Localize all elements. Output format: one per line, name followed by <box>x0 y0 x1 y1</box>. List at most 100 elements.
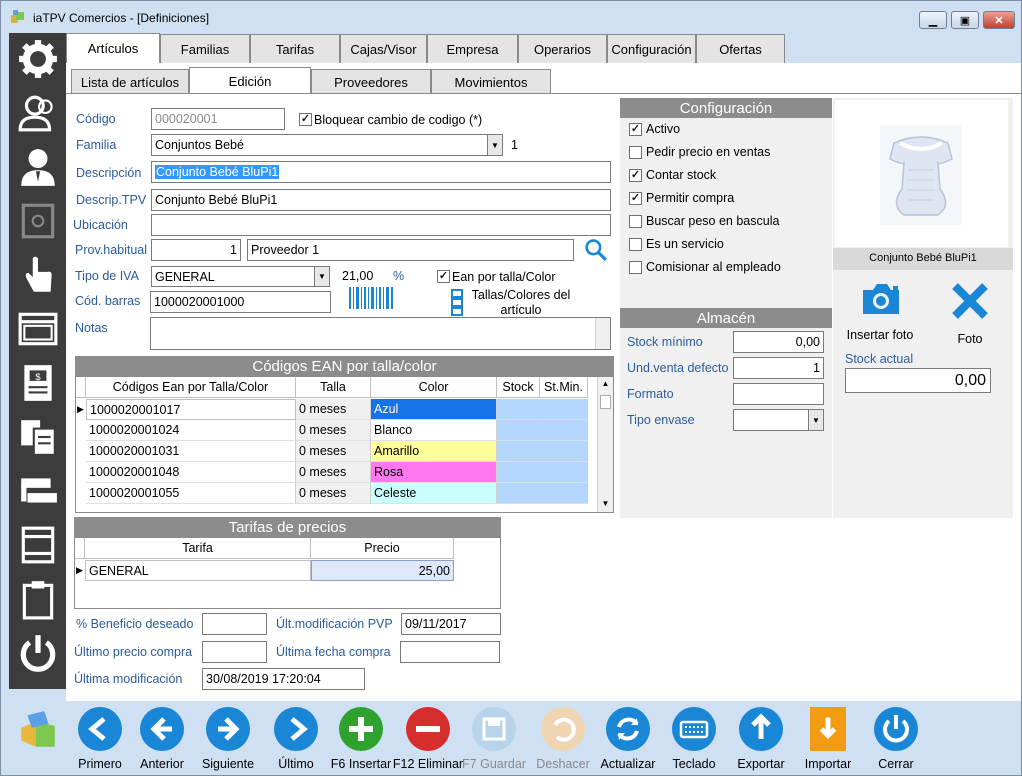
tab-configuracion[interactable]: Configuración <box>607 34 696 63</box>
sidebar-print[interactable] <box>9 519 66 571</box>
toolbar-button-import[interactable]: Importar <box>796 701 860 775</box>
tab-lista-articulos[interactable]: Lista de artículos <box>71 69 189 94</box>
sidebar-movements[interactable] <box>9 465 66 517</box>
config-checkbox[interactable] <box>629 192 642 205</box>
toolbar-button-plus[interactable]: F6 Insertar <box>329 701 393 775</box>
sidebar-operators[interactable] <box>9 141 66 193</box>
color-cell[interactable]: Rosa <box>371 462 497 483</box>
stmin-cell[interactable] <box>540 483 588 504</box>
color-cell[interactable]: Blanco <box>371 420 497 441</box>
talla-cell[interactable]: 0 meses <box>296 420 371 441</box>
talla-cell[interactable]: 0 meses <box>296 483 371 504</box>
col-header-precio[interactable]: Precio <box>311 538 454 559</box>
notas-scrollbar[interactable] <box>595 318 610 349</box>
scroll-up-icon[interactable]: ▲ <box>599 379 612 389</box>
scroll-thumb[interactable] <box>600 395 611 409</box>
ean-code-cell[interactable]: 1000020001048 <box>86 462 296 483</box>
scroll-down-icon[interactable]: ▼ <box>599 499 612 509</box>
camera-icon[interactable] <box>859 280 903 318</box>
talla-cell[interactable]: 0 meses <box>296 441 371 462</box>
ean-code-cell[interactable]: 1000020001055 <box>86 483 296 504</box>
descrip-tpv-field[interactable]: Conjunto Bebé BluPi1 <box>151 189 611 211</box>
tab-tarifas[interactable]: Tarifas <box>250 34 340 63</box>
tab-empresa[interactable]: Empresa <box>427 34 518 63</box>
delete-foto-button[interactable]: Foto <box>945 332 995 346</box>
col-header-codigo[interactable]: Códigos Ean por Talla/Color <box>86 377 296 398</box>
insertar-foto-button[interactable]: Insertar foto <box>835 328 925 342</box>
color-cell[interactable]: Azul <box>371 399 497 420</box>
table-row[interactable]: 1000020001024 0 meses Blanco <box>76 420 596 441</box>
sidebar-documents[interactable] <box>9 411 66 463</box>
sidebar-touch[interactable] <box>9 249 66 301</box>
toolbar-button-minus[interactable]: F12 Eliminar <box>393 701 463 775</box>
tallas-icon[interactable] <box>450 289 464 317</box>
config-checkbox[interactable] <box>629 215 642 228</box>
stock-cell[interactable] <box>497 462 540 483</box>
tab-articulos[interactable]: Artículos <box>66 33 160 63</box>
col-header-talla[interactable]: Talla <box>296 377 371 398</box>
tab-familias[interactable]: Familias <box>160 34 250 63</box>
talla-cell[interactable]: 0 meses <box>296 462 371 483</box>
stmin-cell[interactable] <box>540 441 588 462</box>
tallas-colores-link[interactable]: Tallas/Colores del artículo <box>470 288 572 318</box>
tab-movimientos[interactable]: Movimientos <box>431 69 551 94</box>
col-header-color[interactable]: Color <box>371 377 497 398</box>
barcode-icon[interactable] <box>348 287 394 309</box>
toolbar-button-power[interactable]: Cerrar <box>864 701 928 775</box>
toolbar-button-keyboard[interactable]: Teclado <box>662 701 726 775</box>
table-row[interactable]: 1000020001031 0 meses Amarillo <box>76 441 596 462</box>
sidebar-clipboard[interactable] <box>9 573 66 625</box>
toolbar-button-prev[interactable]: Anterior <box>130 701 194 775</box>
und-venta-field[interactable]: 1 <box>733 357 824 379</box>
ubicacion-field[interactable] <box>151 214 611 236</box>
stock-min-field[interactable]: 0,00 <box>733 331 824 353</box>
stmin-cell[interactable] <box>540 420 588 441</box>
precio-cell[interactable]: 25,00 <box>311 560 454 581</box>
color-cell[interactable]: Celeste <box>371 483 497 504</box>
ultima-mod-field[interactable]: 30/08/2019 17:20:04 <box>202 668 365 690</box>
ean-code-cell[interactable]: 1000020001024 <box>86 420 296 441</box>
beneficio-field[interactable] <box>202 613 267 635</box>
config-checkbox[interactable] <box>629 123 642 136</box>
toolbar-button-next[interactable]: Siguiente <box>196 701 260 775</box>
sidebar-safe[interactable] <box>9 195 66 247</box>
toolbar-button-export[interactable]: Exportar <box>729 701 793 775</box>
sidebar-settings[interactable] <box>9 33 66 85</box>
stock-cell[interactable] <box>497 399 540 420</box>
search-icon[interactable] <box>584 238 609 263</box>
tab-cajas-visor[interactable]: Cajas/Visor <box>340 34 427 63</box>
tab-ofertas[interactable]: Ofertas <box>696 34 785 63</box>
toolbar-button-undo[interactable]: Deshacer <box>531 701 595 775</box>
ean-talla-checkbox[interactable] <box>437 270 450 283</box>
ultima-fecha-field[interactable] <box>400 641 500 663</box>
codigo-field[interactable]: 000020001 <box>151 108 285 130</box>
sidebar-receipts[interactable]: $ <box>9 357 66 409</box>
notas-field[interactable] <box>150 317 611 350</box>
col-header-tarifa[interactable]: Tarifa <box>85 538 311 559</box>
table-row[interactable]: 1000020001048 0 meses Rosa <box>76 462 596 483</box>
minimize-button[interactable]: ▁ <box>919 11 947 29</box>
sidebar-clients[interactable] <box>9 87 66 139</box>
table-row[interactable]: 1000020001055 0 meses Celeste <box>76 483 596 504</box>
talla-cell[interactable]: 0 meses <box>296 399 371 420</box>
stock-cell[interactable] <box>497 420 540 441</box>
col-header-stock[interactable]: Stock <box>497 377 540 398</box>
delete-photo-icon[interactable] <box>949 280 991 322</box>
stmin-cell[interactable] <box>540 399 588 420</box>
tab-edicion[interactable]: Edición <box>189 67 311 95</box>
prov-number-field[interactable]: 1 <box>151 239 241 261</box>
restore-button[interactable]: ▣ <box>951 11 979 29</box>
descripcion-field[interactable]: Conjunto Bebé BluPi1 <box>151 161 611 183</box>
config-checkbox[interactable] <box>629 261 642 274</box>
toolbar-button-last[interactable]: Último <box>264 701 328 775</box>
ean-code-cell[interactable]: 1000020001017 <box>86 399 296 420</box>
col-header-stmin[interactable]: St.Min. <box>540 377 588 398</box>
product-photo[interactable] <box>835 100 1008 247</box>
ult-mod-pvp-field[interactable]: 09/11/2017 <box>401 613 501 635</box>
prov-name-field[interactable]: Proveedor 1 <box>247 239 574 261</box>
tab-proveedores[interactable]: Proveedores <box>311 69 431 94</box>
sidebar-exit[interactable] <box>9 627 66 679</box>
toolbar-button-first[interactable]: Primero <box>68 701 132 775</box>
config-checkbox[interactable] <box>629 146 642 159</box>
table-row[interactable]: ▶ 1000020001017 0 meses Azul <box>76 399 596 420</box>
